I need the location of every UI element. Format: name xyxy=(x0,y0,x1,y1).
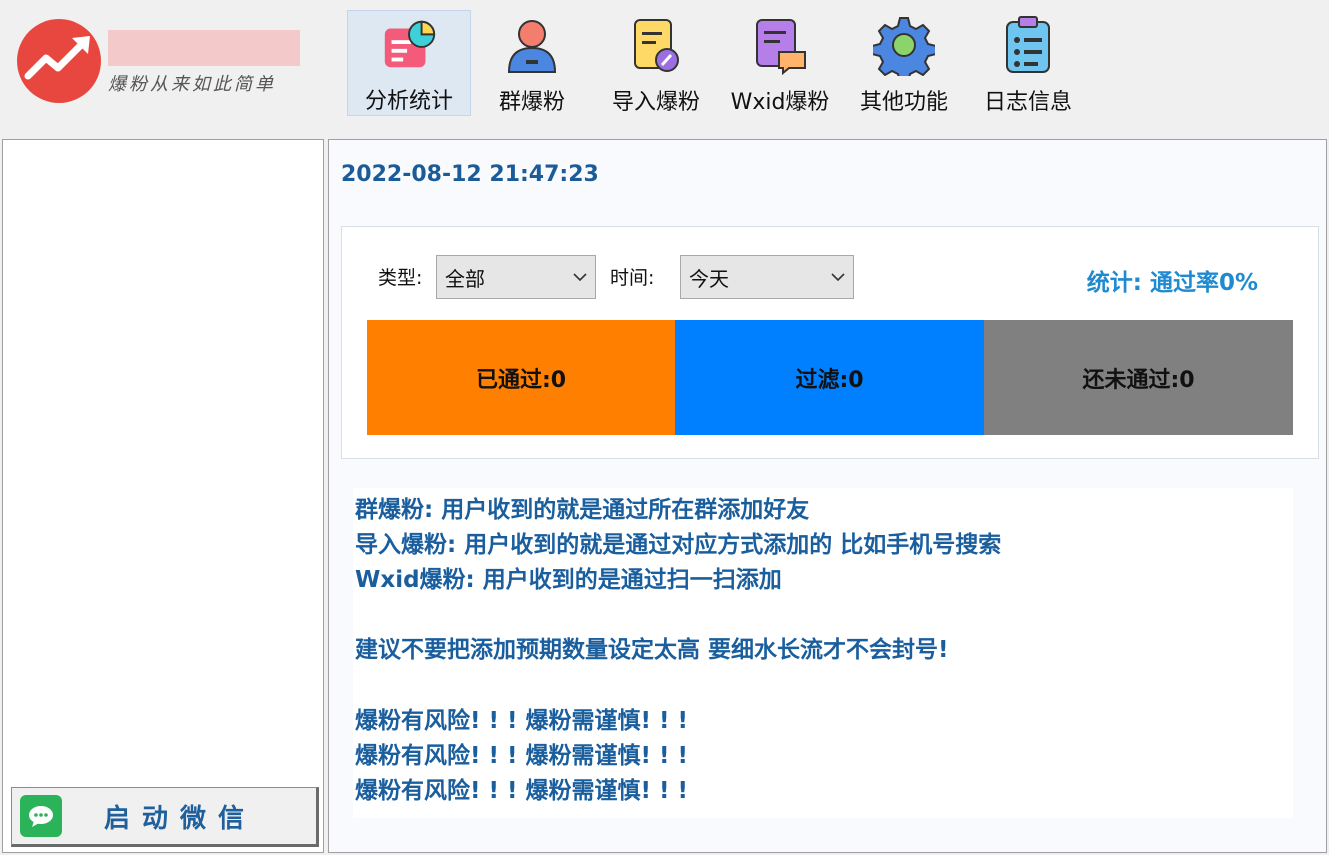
account-list-panel[interactable]: 启动微信 xyxy=(2,139,324,853)
note-line: 爆粉有风险! ! ! 爆粉需谨慎! ! ! xyxy=(355,778,688,804)
tab-log-info[interactable]: 日志信息 xyxy=(966,10,1090,116)
chat-doc-icon xyxy=(756,19,806,76)
filtered-count-block: 过滤:0 xyxy=(675,320,984,435)
slogan: 爆粉从来如此简单 xyxy=(108,74,276,95)
start-wechat-button[interactable]: 启动微信 xyxy=(11,787,319,847)
tab-log-info-label: 日志信息 xyxy=(983,90,1072,115)
tab-group-fans-label: 群爆粉 xyxy=(498,90,565,115)
type-select-value: 全部 xyxy=(445,266,485,291)
time-select-value: 今天 xyxy=(689,266,729,291)
chevron-down-icon xyxy=(831,273,845,282)
note-line: 导入爆粉: 用户收到的就是通过对应方式添加的 比如手机号搜索 xyxy=(355,532,1002,558)
note-line: 爆粉有风险! ! ! 爆粉需谨慎! ! ! xyxy=(355,743,688,769)
notes-area: 群爆粉: 用户收到的就是通过所在群添加好友 导入爆粉: 用户收到的就是通过对应方… xyxy=(353,488,1293,818)
note-line: 爆粉有风险! ! ! 爆粉需谨慎! ! ! xyxy=(355,708,688,734)
note-line: Wxid爆粉: 用户收到的是通过扫一扫添加 xyxy=(355,567,782,593)
current-datetime: 2022-08-12 21:47:23 xyxy=(341,162,599,187)
passed-count-block: 已通过:0 xyxy=(367,320,675,435)
tab-import-fans-label: 导入爆粉 xyxy=(611,90,700,115)
tab-wxid-fans-label: Wxid爆粉 xyxy=(730,90,830,115)
tab-other-functions[interactable]: 其他功能 xyxy=(842,10,966,116)
pending-count-block: 还未通过:0 xyxy=(984,320,1293,435)
tab-group-fans[interactable]: 群爆粉 xyxy=(470,10,594,116)
logo-icon xyxy=(17,19,101,103)
start-wechat-label: 启动微信 xyxy=(103,803,256,834)
user-icon xyxy=(507,20,557,73)
analysis-panel: 2022-08-12 21:47:23 类型: 全部 时间: 今天 统计: 通过… xyxy=(328,139,1327,853)
brand-name-redacted xyxy=(108,30,300,66)
chevron-down-icon xyxy=(573,273,587,282)
time-label: 时间: xyxy=(610,267,655,289)
pass-rate-summary: 统计: 通过率0% xyxy=(1086,270,1258,296)
app-window: 爆粉从来如此简单 分析统计 群爆粉 导入爆粉 Wxid爆粉 其他功能 日志信息 … xyxy=(0,0,1329,855)
tab-analysis-stats[interactable]: 分析统计 xyxy=(347,10,471,116)
note-line: 建议不要把添加预期数量设定太高 要细水长流才不会封号! xyxy=(355,637,949,663)
type-label: 类型: xyxy=(378,267,423,289)
time-select[interactable]: 今天 xyxy=(680,255,854,299)
tab-analysis-stats-label: 分析统计 xyxy=(364,89,453,114)
import-doc-icon xyxy=(634,19,679,72)
tab-wxid-fans[interactable]: Wxid爆粉 xyxy=(718,10,842,116)
tab-import-fans[interactable]: 导入爆粉 xyxy=(594,10,718,116)
clipboard-list-icon xyxy=(1006,16,1050,73)
type-select[interactable]: 全部 xyxy=(436,255,596,299)
chart-card-icon xyxy=(384,20,436,68)
tab-other-functions-label: 其他功能 xyxy=(859,90,948,115)
stats-box: 类型: 全部 时间: 今天 统计: 通过率0% 已通过:0 过滤:0 还未通过:… xyxy=(341,226,1319,459)
wechat-icon xyxy=(20,795,62,837)
header: 爆粉从来如此简单 分析统计 群爆粉 导入爆粉 Wxid爆粉 其他功能 日志信息 xyxy=(0,0,1329,134)
note-line: 群爆粉: 用户收到的就是通过所在群添加好友 xyxy=(355,497,810,523)
gear-icon xyxy=(873,17,935,76)
